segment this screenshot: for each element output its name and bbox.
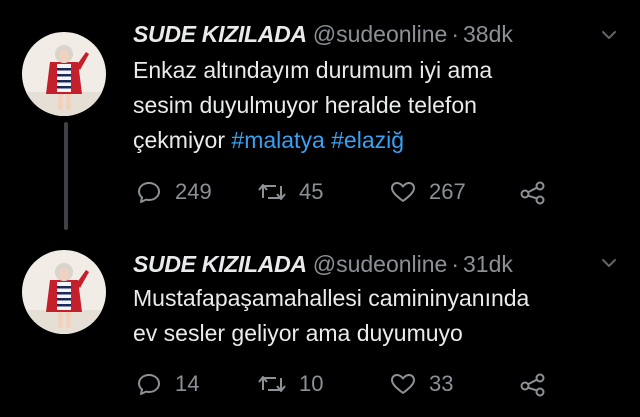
retweet-icon [257,370,287,398]
share-icon [518,370,548,398]
avatar[interactable] [22,32,106,116]
retweet-count: 45 [299,179,324,204]
tweet-text-fragment: çekmiyor [133,127,226,153]
chevron-down-icon[interactable] [600,254,618,272]
retweet-icon [257,178,287,206]
like-button[interactable]: 33 [389,368,453,400]
like-count: 267 [429,179,466,204]
retweet-button[interactable]: 10 [257,368,323,400]
tweet-actions: 249 45 267 [135,176,615,208]
author-handle[interactable]: @sudeonline [313,251,448,277]
retweet-count: 10 [299,371,324,396]
like-count: 33 [429,371,454,396]
tweet-text-line: sesim duyulmuyor heralde telefon [133,92,477,118]
tweet-text-line: Enkaz altındayım durumum iyi ama [133,57,493,83]
separator-dot: · [451,251,459,277]
tweet-time[interactable]: 31dk [463,251,513,277]
reply-button[interactable]: 14 [135,368,199,400]
share-button[interactable] [518,368,548,400]
heart-icon [389,178,417,206]
reply-count: 14 [175,371,200,396]
chevron-down-icon[interactable] [600,26,618,44]
share-button[interactable] [518,176,548,208]
avatar[interactable] [22,250,106,334]
tweet-time[interactable]: 38dk [463,21,513,47]
retweet-button[interactable]: 45 [257,176,323,208]
separator-dot: · [451,21,459,47]
hashtag-link[interactable]: #elaziğ [331,127,404,153]
heart-icon [389,370,417,398]
tweet-text: Enkaz altındayım durumum iyi ama sesim d… [133,53,623,158]
tweet-header: SUDE KIZILADA @sudeonline · 38dk [133,20,513,48]
tweet-header: SUDE KIZILADA @sudeonline · 31dk [133,250,513,278]
share-icon [518,178,548,206]
thread-connector-line [64,122,68,230]
tweet-actions: 14 10 33 [135,368,615,400]
tweet-text-line: ev sesler geliyor ama duyumuyo [133,320,463,346]
reply-icon [135,370,163,398]
author-name[interactable]: SUDE KIZILADA [133,251,307,277]
reply-button[interactable]: 249 [135,176,212,208]
author-handle[interactable]: @sudeonline [313,21,448,47]
like-button[interactable]: 267 [389,176,466,208]
tweet-text-line: Mustafapaşamahallesi camininyanında [133,285,530,311]
tweet-text-line: çekmiyor #malatya #elaziğ [133,123,623,158]
reply-icon [135,178,163,206]
hashtag-link[interactable]: #malatya [231,127,324,153]
reply-count: 249 [175,179,212,204]
tweet-text: Mustafapaşamahallesi camininyanında ev s… [133,281,623,351]
author-name[interactable]: SUDE KIZILADA [133,21,307,47]
